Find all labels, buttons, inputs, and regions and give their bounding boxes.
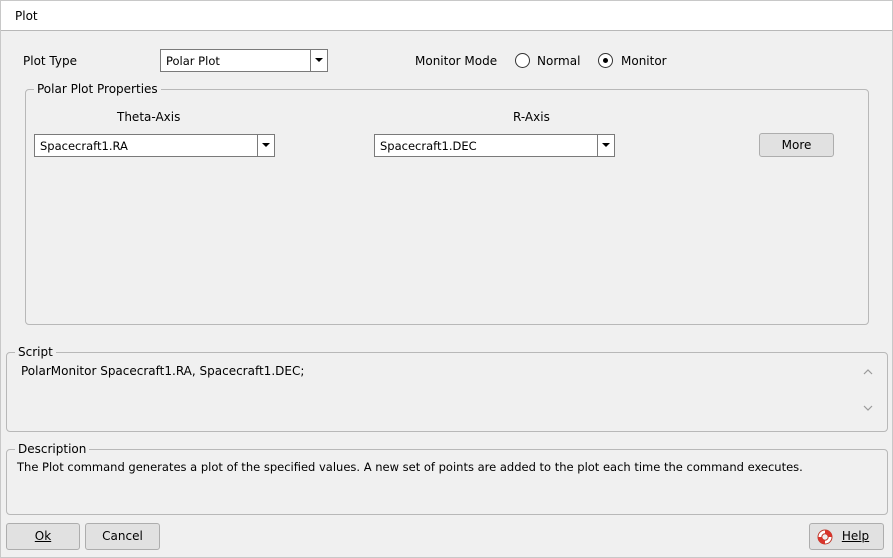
theta-axis-dropdown-button[interactable] (257, 135, 274, 156)
cancel-button-label: Cancel (102, 529, 143, 543)
chevron-down-icon (602, 143, 610, 147)
theta-axis-label: Theta-Axis (117, 110, 181, 124)
script-text[interactable]: PolarMonitor Spacecraft1.RA, Spacecraft1… (21, 364, 304, 378)
plot-type-label: Plot Type (23, 54, 77, 68)
radio-normal-label[interactable]: Normal (537, 54, 580, 68)
polar-plot-properties-legend: Polar Plot Properties (34, 82, 161, 96)
description-group: Description (6, 442, 888, 515)
r-axis-value: Spacecraft1.DEC (380, 139, 477, 153)
description-legend: Description (15, 442, 90, 456)
script-legend: Script (15, 345, 56, 359)
scroll-down-icon[interactable] (862, 402, 874, 414)
ok-button[interactable]: Ok (6, 523, 80, 550)
help-button-label: Help (841, 529, 870, 543)
theta-axis-dropdown[interactable]: Spacecraft1.RA (34, 134, 275, 157)
radio-selected-dot (603, 58, 608, 63)
chevron-down-icon (315, 58, 323, 62)
radio-monitor[interactable] (598, 53, 613, 68)
description-text: The Plot command generates a plot of the… (17, 460, 803, 474)
more-button[interactable]: More (759, 133, 834, 157)
chevron-down-icon (262, 143, 270, 147)
plot-type-dropdown[interactable]: Polar Plot (160, 49, 328, 72)
polar-plot-properties-group: Polar Plot Properties (25, 82, 869, 325)
radio-normal[interactable] (515, 53, 530, 68)
ok-button-label: Ok (34, 529, 52, 543)
r-axis-label: R-Axis (513, 110, 550, 124)
r-axis-dropdown-button[interactable] (597, 135, 614, 156)
radio-monitor-label[interactable]: Monitor (621, 54, 667, 68)
cancel-button[interactable]: Cancel (85, 523, 160, 550)
help-button[interactable]: Help (809, 523, 884, 550)
more-button-label: More (781, 138, 812, 152)
title-bar: Plot (0, 0, 893, 31)
scroll-up-icon[interactable] (862, 366, 874, 378)
plot-type-value: Polar Plot (166, 54, 220, 68)
theta-axis-value: Spacecraft1.RA (40, 139, 128, 153)
lifebuoy-icon (817, 529, 833, 545)
plot-type-dropdown-button[interactable] (310, 50, 327, 71)
monitor-mode-label: Monitor Mode (415, 54, 498, 68)
r-axis-dropdown[interactable]: Spacecraft1.DEC (374, 134, 615, 157)
window-title: Plot (15, 9, 38, 23)
